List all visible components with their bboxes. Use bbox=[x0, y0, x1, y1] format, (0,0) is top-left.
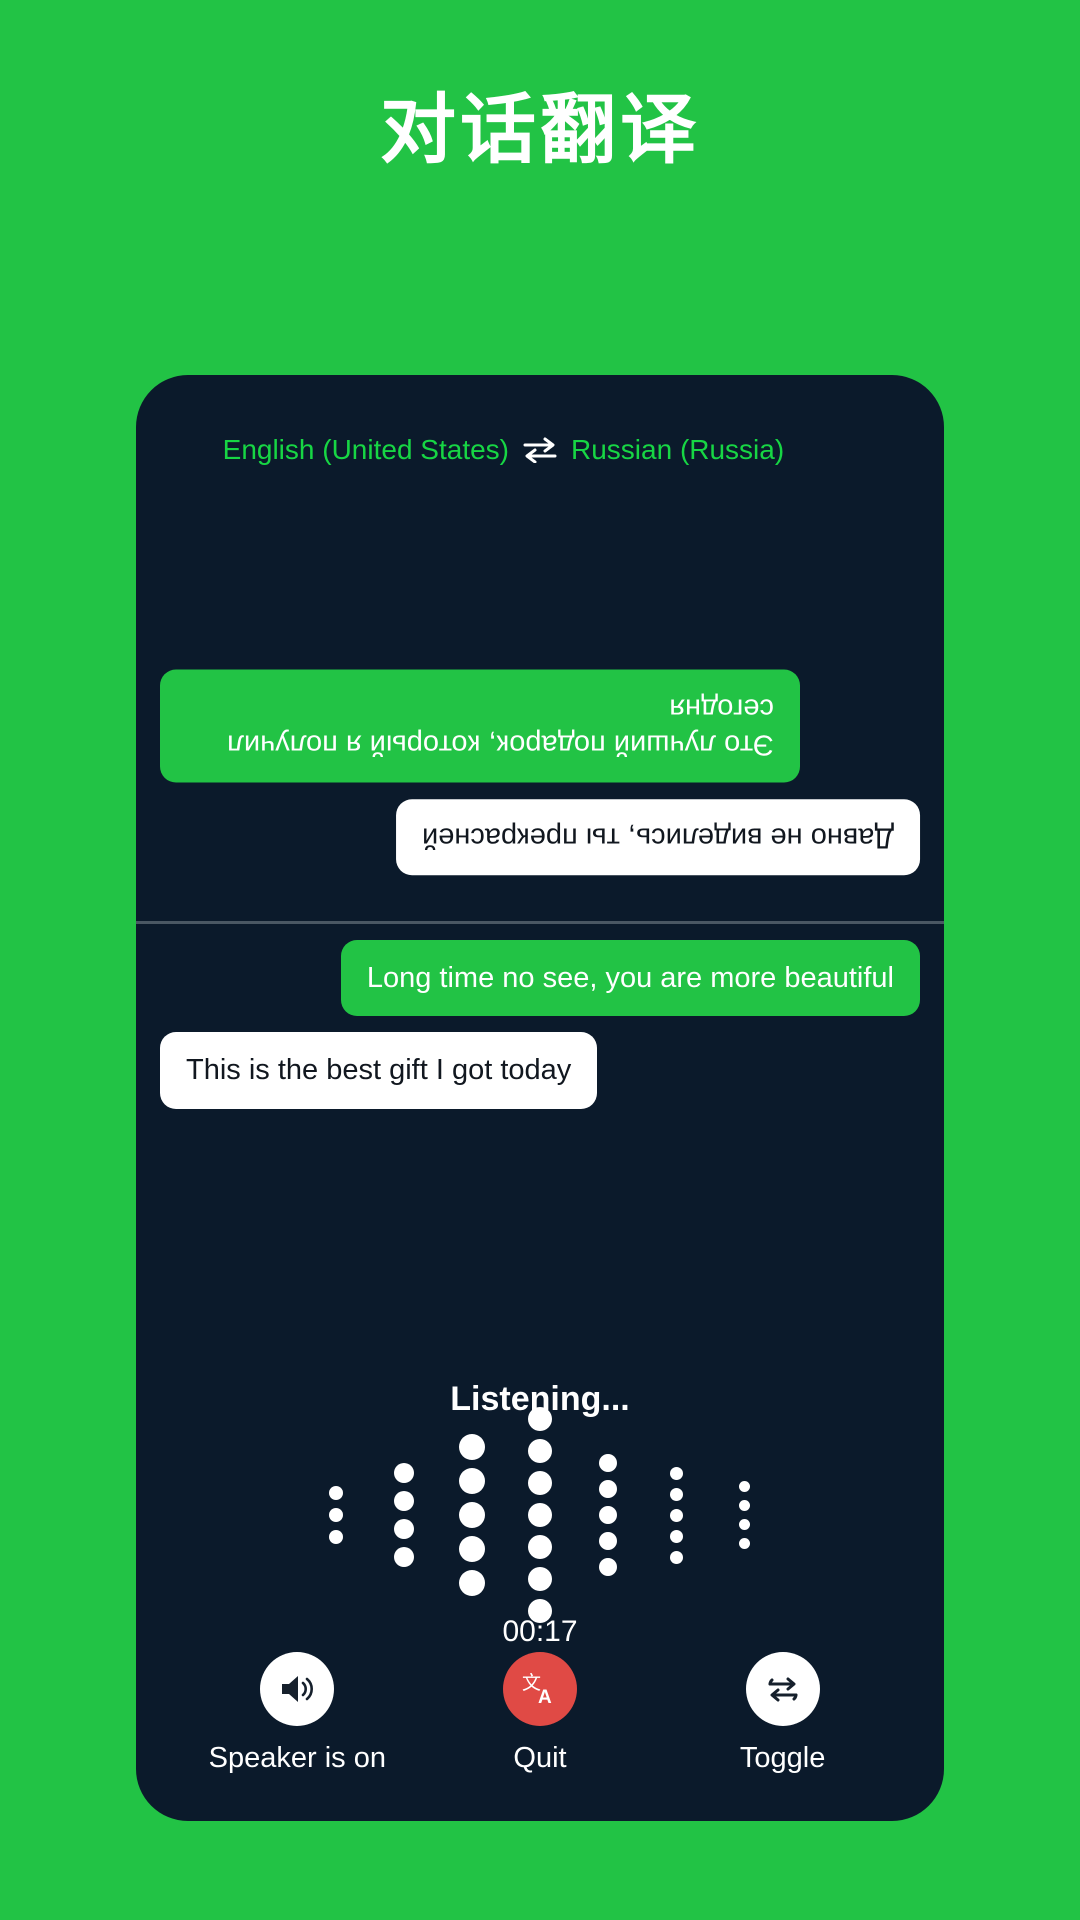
message-bubble-russian-greeting: Давно не виделись, ты прекрасней bbox=[395, 798, 920, 875]
waveform-dot bbox=[394, 1547, 414, 1567]
waveform-dot bbox=[738, 1519, 750, 1530]
message-bubble-english-greeting: Long time no see, you are more beautiful bbox=[340, 940, 920, 1017]
waveform-dot bbox=[459, 1468, 485, 1494]
quit-button[interactable]: 文 A Quit bbox=[420, 1652, 660, 1775]
waveform-dot bbox=[528, 1471, 552, 1495]
waveform-dot bbox=[528, 1503, 552, 1527]
waveform-dot bbox=[329, 1530, 343, 1544]
recording-timer: 00:17 bbox=[502, 1615, 578, 1648]
waveform-dot bbox=[669, 1529, 683, 1543]
swap-horizontal-icon[interactable] bbox=[509, 437, 571, 463]
quit-button-label: Quit bbox=[513, 1742, 567, 1774]
waveform-dot bbox=[599, 1558, 617, 1576]
waveform-dot bbox=[394, 1463, 414, 1483]
source-language-selector[interactable]: English (United States) bbox=[209, 434, 509, 466]
message-row: Давно не виделись, ты прекрасней bbox=[136, 798, 944, 875]
waveform-dot bbox=[528, 1535, 552, 1559]
waveform-column bbox=[574, 1450, 642, 1580]
waveform-dot bbox=[738, 1481, 750, 1492]
waveform-dot bbox=[459, 1434, 485, 1460]
message-row: Long time no see, you are more beautiful bbox=[136, 940, 944, 1017]
waveform-dot bbox=[394, 1491, 414, 1511]
waveform-dot bbox=[599, 1480, 617, 1498]
waveform-dot bbox=[394, 1519, 414, 1539]
page-title: 对话翻译 bbox=[380, 85, 700, 174]
speaker-button-label: Speaker is on bbox=[208, 1742, 386, 1774]
svg-text:A: A bbox=[538, 1687, 552, 1708]
waveform-column bbox=[506, 1403, 574, 1627]
control-bar: Speaker is on 文 A Quit Toggle bbox=[136, 1652, 944, 1775]
message-row: This is the best gift I got today bbox=[136, 1032, 944, 1109]
waveform-dot bbox=[329, 1508, 343, 1522]
waveform-dot bbox=[528, 1407, 552, 1431]
swap-repeat-icon bbox=[745, 1652, 820, 1726]
conversation-panel-top: Это лучший подарок, который я получил се… bbox=[136, 485, 944, 905]
waveform-dot bbox=[329, 1486, 343, 1500]
waveform-dot bbox=[669, 1487, 683, 1501]
waveform-dot bbox=[528, 1439, 552, 1463]
speaker-on-icon bbox=[260, 1652, 335, 1726]
waveform-column bbox=[642, 1463, 710, 1568]
message-bubble-english-gift: This is the best gift I got today bbox=[160, 1032, 598, 1109]
conversation-panel-bottom: Long time no see, you are more beautiful… bbox=[136, 924, 944, 1264]
waveform-dot bbox=[459, 1536, 485, 1562]
phone-card: English (United States) Russian (Russia)… bbox=[136, 375, 944, 1821]
toggle-button-label: Toggle bbox=[739, 1742, 826, 1774]
app-screen: 对话翻译 English (United States) Russian (Ru… bbox=[0, 0, 1080, 1920]
language-bar: English (United States) Russian (Russia) bbox=[136, 427, 944, 473]
waveform-column bbox=[438, 1430, 506, 1600]
audio-waveform bbox=[136, 1407, 944, 1623]
target-language-selector[interactable]: Russian (Russia) bbox=[571, 434, 871, 466]
waveform-dot bbox=[738, 1538, 750, 1549]
waveform-dot bbox=[599, 1532, 617, 1550]
waveform-dot bbox=[738, 1500, 750, 1511]
waveform-column bbox=[302, 1482, 370, 1548]
waveform-dot bbox=[669, 1466, 683, 1480]
waveform-column bbox=[710, 1477, 778, 1553]
waveform-dot bbox=[528, 1567, 552, 1591]
waveform-dot bbox=[669, 1508, 683, 1522]
waveform-dot bbox=[459, 1570, 485, 1596]
waveform-dot bbox=[599, 1506, 617, 1524]
message-bubble-russian-gift: Это лучший подарок, который я получил се… bbox=[160, 670, 800, 783]
toggle-button[interactable]: Toggle bbox=[663, 1652, 903, 1775]
waveform-column bbox=[370, 1459, 438, 1571]
waveform-dot bbox=[459, 1502, 485, 1528]
message-row: Это лучший подарок, который я получил се… bbox=[136, 670, 944, 783]
speaker-button[interactable]: Speaker is on bbox=[177, 1652, 417, 1775]
waveform-dot bbox=[599, 1454, 617, 1472]
waveform-dot bbox=[669, 1550, 683, 1564]
translate-icon: 文 A bbox=[502, 1652, 577, 1726]
